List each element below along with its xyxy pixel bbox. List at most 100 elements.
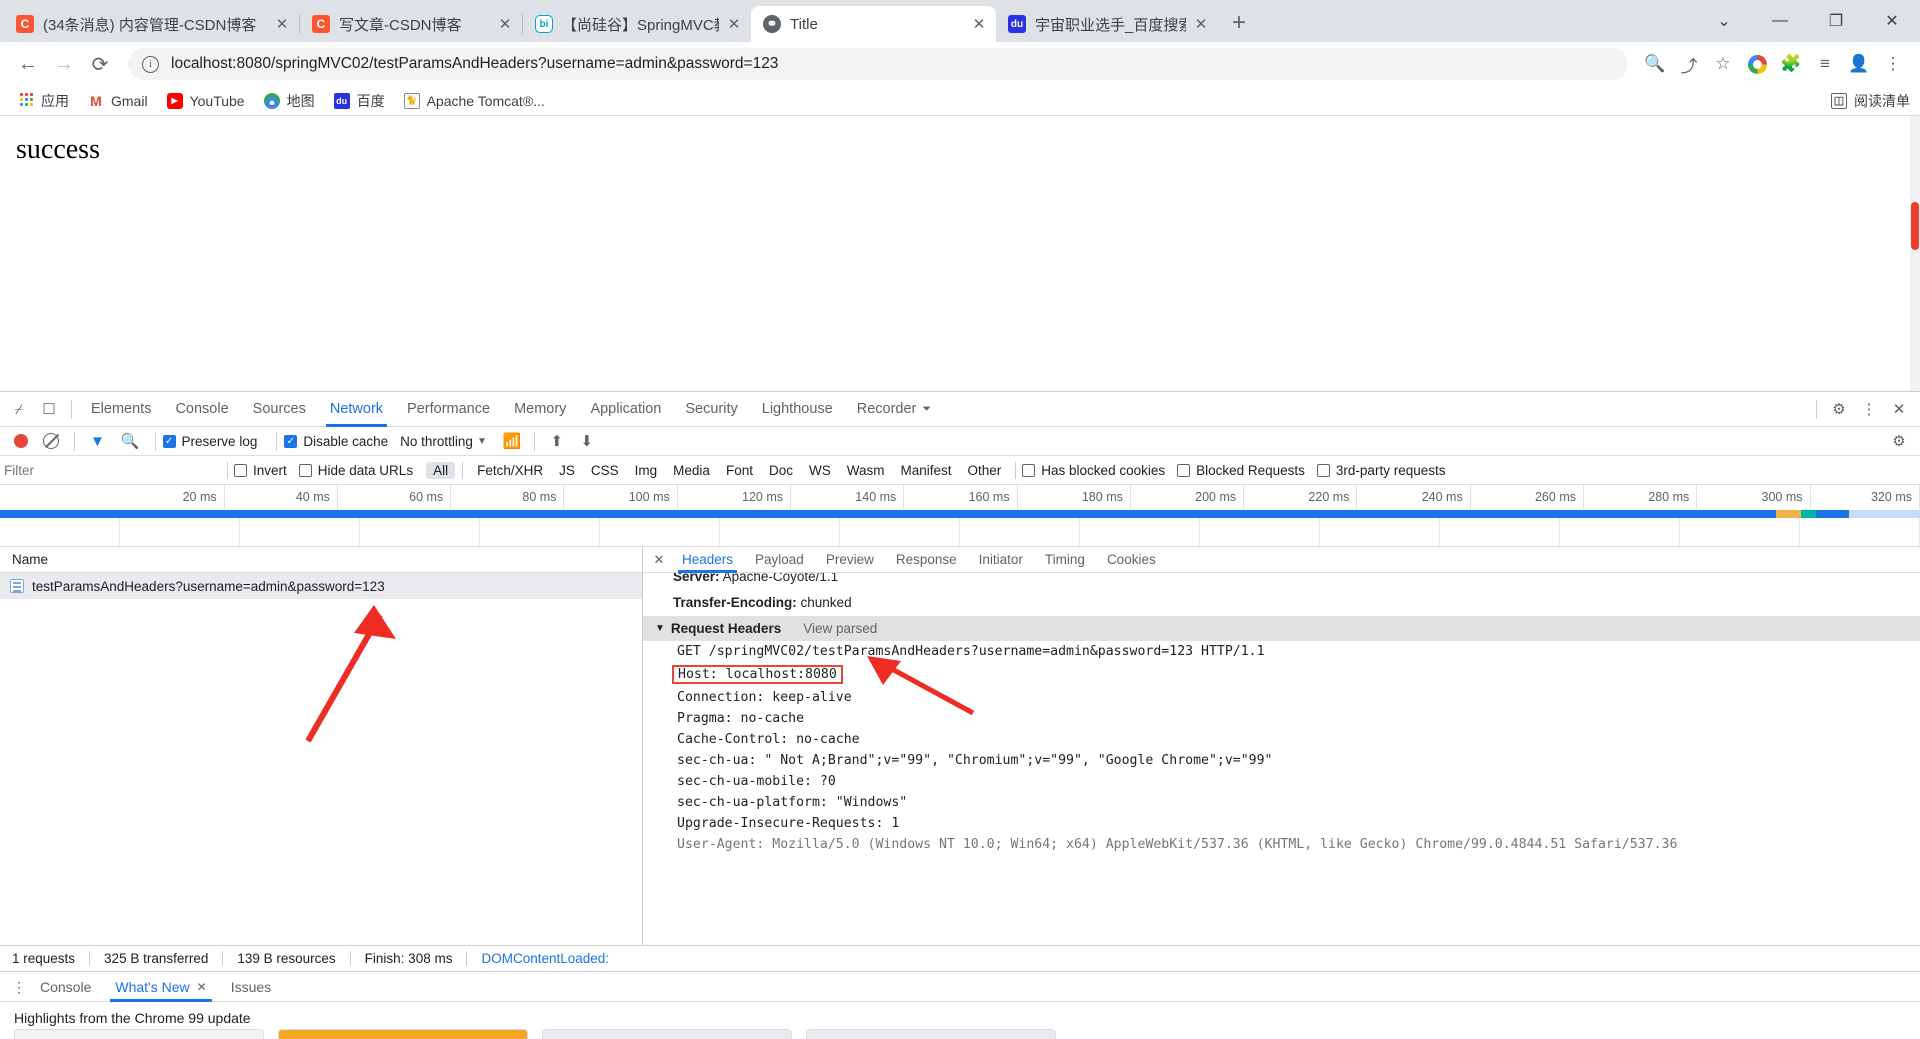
chevron-down-icon[interactable]: ▼: [477, 436, 487, 447]
table-row[interactable]: testParamsAndHeaders?username=admin&pass…: [0, 573, 642, 599]
third-party-requests-checkbox[interactable]: 3rd-party requests: [1316, 463, 1445, 478]
filter-type-ws[interactable]: WS: [802, 462, 838, 479]
close-detail-icon[interactable]: ✕: [647, 545, 671, 575]
bookmark-apps[interactable]: 应用: [10, 88, 77, 114]
filter-type-all[interactable]: All: [426, 461, 456, 479]
clear-button[interactable]: [43, 433, 59, 449]
chrome-menu-icon[interactable]: ⋮: [1876, 47, 1910, 81]
drawer-tab-whats-new[interactable]: What's New ✕: [103, 972, 218, 1002]
devtools-tab-network[interactable]: Network: [318, 392, 395, 427]
devtools-tab-sources[interactable]: Sources: [241, 392, 318, 427]
device-toolbar-icon[interactable]: ☐: [34, 394, 64, 424]
invert-checkbox[interactable]: Invert: [234, 463, 287, 478]
whats-new-card[interactable]: [14, 1029, 264, 1039]
preserve-log-checkbox[interactable]: ✓ Preserve log: [162, 434, 257, 449]
drawer-tab-issues[interactable]: Issues: [219, 972, 283, 1002]
filter-type-media[interactable]: Media: [666, 462, 717, 479]
detail-tab-headers[interactable]: Headers: [671, 547, 744, 573]
has-blocked-cookies-checkbox[interactable]: Has blocked cookies: [1022, 463, 1165, 478]
devtools-tab-performance[interactable]: Performance: [395, 392, 502, 427]
back-icon[interactable]: ←: [10, 46, 46, 82]
filter-type-img[interactable]: Img: [628, 462, 665, 479]
page-scrollbar-thumb[interactable]: [1911, 202, 1919, 250]
network-conditions-icon[interactable]: 📶: [497, 426, 527, 456]
filter-type-doc[interactable]: Doc: [762, 462, 800, 479]
site-info-icon[interactable]: i: [142, 55, 159, 73]
tab-search-icon[interactable]: ⌄: [1696, 0, 1752, 42]
share-icon[interactable]: ⤴: [1672, 47, 1706, 81]
chrome-profile-icon[interactable]: [1740, 47, 1774, 81]
throttling-select[interactable]: No throttling: [400, 434, 473, 449]
bookmark-youtube[interactable]: ▶ YouTube: [159, 90, 253, 112]
detail-tab-timing[interactable]: Timing: [1034, 547, 1096, 573]
bookmark-star-icon[interactable]: ☆: [1706, 47, 1740, 81]
filter-type-js[interactable]: JS: [552, 462, 582, 479]
filter-type-other[interactable]: Other: [961, 462, 1009, 479]
whats-new-card[interactable]: [278, 1029, 528, 1039]
detail-tab-preview[interactable]: Preview: [815, 547, 885, 573]
reading-list-icon[interactable]: ≡: [1808, 47, 1842, 81]
filter-type-wasm[interactable]: Wasm: [840, 462, 892, 479]
close-icon[interactable]: ✕: [197, 980, 207, 994]
close-icon[interactable]: ✕: [1884, 394, 1914, 424]
tab-close-icon[interactable]: ✕: [271, 13, 293, 35]
devtools-tab-application[interactable]: Application: [578, 392, 673, 427]
browser-tab-2[interactable]: bi 【尚硅谷】SpringMVC教程 | — ✕: [523, 6, 751, 42]
address-bar[interactable]: i localhost:8080/springMVC02/testParamsA…: [128, 48, 1628, 80]
bookmark-tomcat[interactable]: 🐈 Apache Tomcat®...: [396, 90, 553, 112]
browser-tab-1[interactable]: C 写文章-CSDN博客 ✕: [300, 6, 522, 42]
export-har-icon[interactable]: ⬇: [572, 426, 602, 456]
kebab-menu-icon[interactable]: ⋮: [1854, 394, 1884, 424]
devtools-tab-recorder[interactable]: Recorder ⏷: [845, 392, 943, 427]
devtools-tab-security[interactable]: Security: [673, 392, 749, 427]
minimize-icon[interactable]: —: [1752, 0, 1808, 42]
tab-close-icon[interactable]: ✕: [723, 13, 745, 35]
import-har-icon[interactable]: ⬆: [542, 426, 572, 456]
browser-tab-3-active[interactable]: ⚭ Title ✕: [751, 6, 996, 42]
maximize-icon[interactable]: ❐: [1808, 0, 1864, 42]
devtools-tab-console[interactable]: Console: [163, 392, 240, 427]
filter-type-fetch-xhr[interactable]: Fetch/XHR: [470, 462, 550, 479]
window-close-icon[interactable]: ✕: [1864, 0, 1920, 42]
drawer-tab-console[interactable]: Console: [28, 972, 103, 1002]
disable-cache-checkbox[interactable]: ✓ Disable cache: [284, 434, 388, 449]
inspect-element-icon[interactable]: ⌿: [4, 394, 34, 424]
devtools-tab-memory[interactable]: Memory: [502, 392, 578, 427]
detail-tab-initiator[interactable]: Initiator: [968, 547, 1034, 573]
whats-new-card[interactable]: [542, 1029, 792, 1039]
record-button[interactable]: [14, 434, 28, 448]
forward-icon[interactable]: →: [46, 46, 82, 82]
filter-input[interactable]: [4, 460, 209, 480]
account-avatar-icon[interactable]: 👤: [1842, 47, 1876, 81]
tab-close-icon[interactable]: ✕: [1190, 13, 1212, 35]
zoom-icon[interactable]: 🔍: [1638, 47, 1672, 81]
browser-tab-0[interactable]: C (34条消息) 内容管理-CSDN博客 ✕: [4, 6, 299, 42]
gear-icon[interactable]: ⚙: [1824, 394, 1854, 424]
request-headers-section-header[interactable]: ▼ Request Headers View parsed: [643, 616, 1920, 641]
blocked-requests-checkbox[interactable]: Blocked Requests: [1177, 463, 1305, 478]
devtools-tab-elements[interactable]: Elements: [79, 392, 163, 427]
tab-close-icon[interactable]: ✕: [494, 13, 516, 35]
filter-type-font[interactable]: Font: [719, 462, 760, 479]
bookmark-maps[interactable]: 地图: [256, 88, 323, 114]
headers-content[interactable]: Server: Apache-Coyote/1.1 Transfer-Encod…: [643, 573, 1920, 945]
bookmark-gmail[interactable]: M Gmail: [80, 90, 156, 112]
whats-new-card[interactable]: [806, 1029, 1056, 1039]
filter-type-manifest[interactable]: Manifest: [893, 462, 958, 479]
search-icon[interactable]: 🔍: [121, 432, 140, 450]
devtools-tab-lighthouse[interactable]: Lighthouse: [750, 392, 845, 427]
bookmark-baidu[interactable]: du 百度: [326, 88, 393, 114]
browser-tab-4[interactable]: du 宇宙职业选手_百度搜索 ✕: [996, 6, 1218, 42]
network-overview[interactable]: 20 ms 40 ms 60 ms 80 ms 100 ms 120 ms 14…: [0, 485, 1920, 547]
extensions-icon[interactable]: 🧩: [1774, 47, 1808, 81]
reload-icon[interactable]: ⟳: [82, 46, 118, 82]
detail-tab-response[interactable]: Response: [885, 547, 968, 573]
view-parsed-link[interactable]: View parsed: [803, 621, 877, 636]
network-settings-gear-icon[interactable]: ⚙: [1884, 426, 1914, 456]
detail-tab-payload[interactable]: Payload: [744, 547, 815, 573]
tab-close-icon[interactable]: ✕: [968, 13, 990, 35]
reading-list-entry[interactable]: ◫ 阅读清单: [1831, 91, 1910, 111]
funnel-icon[interactable]: ▼: [90, 433, 105, 450]
kebab-menu-icon[interactable]: ⋮: [10, 980, 28, 994]
page-scrollbar[interactable]: [1910, 116, 1920, 391]
